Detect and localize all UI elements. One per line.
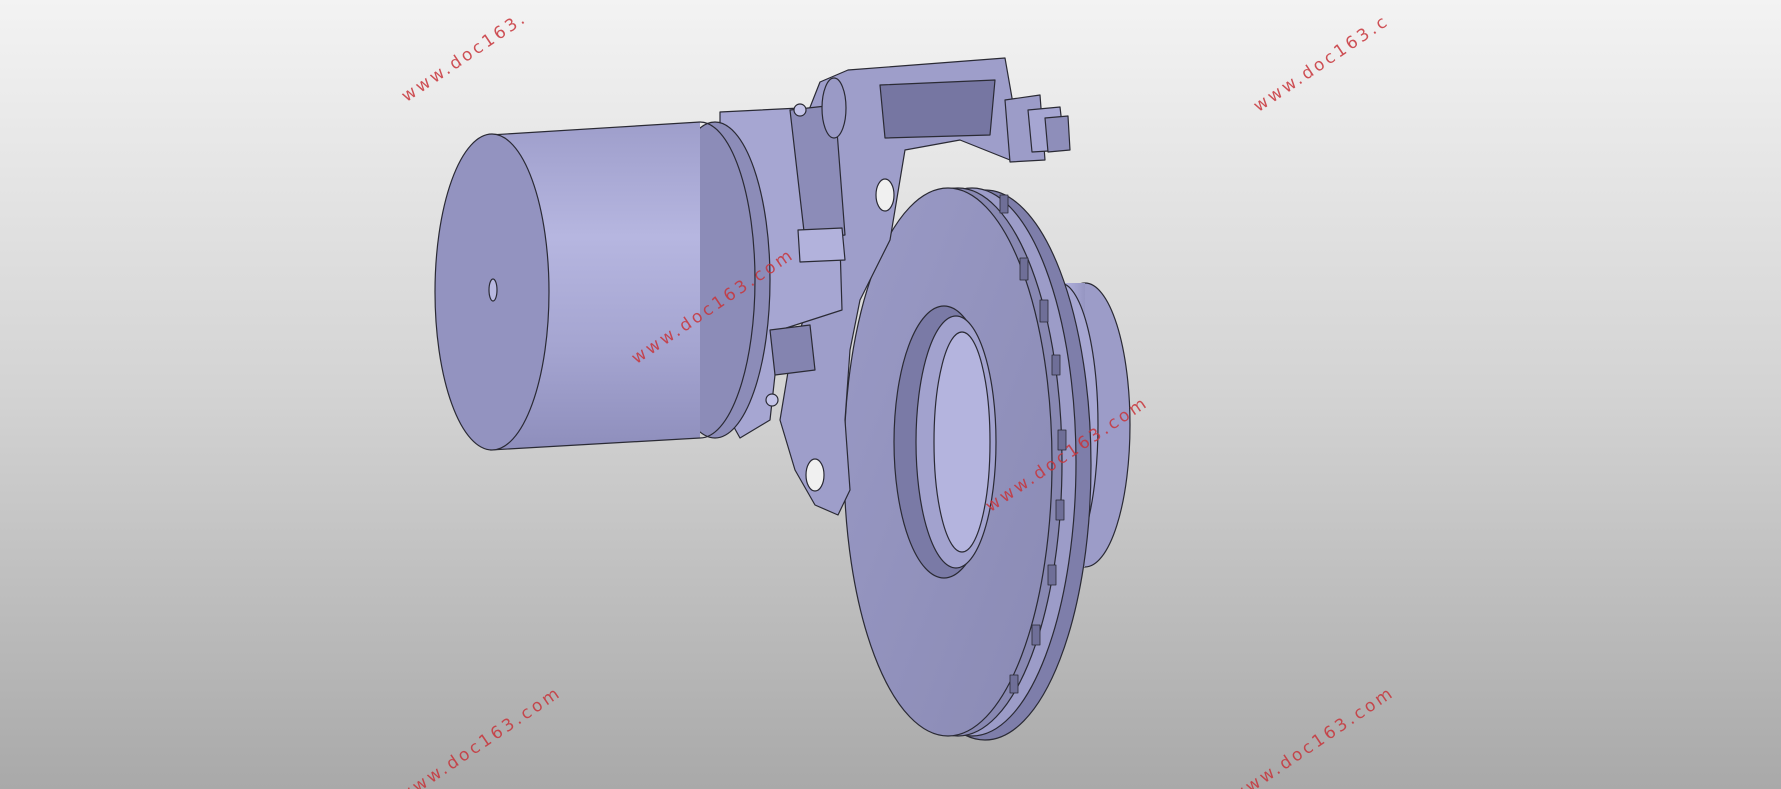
brake-caliper-assembly-model[interactable] bbox=[0, 0, 1781, 789]
motor-cylinder-part bbox=[434, 121, 771, 451]
cad-3d-viewport[interactable]: www.doc163. www.doc163.c www.doc163.com … bbox=[0, 0, 1781, 789]
